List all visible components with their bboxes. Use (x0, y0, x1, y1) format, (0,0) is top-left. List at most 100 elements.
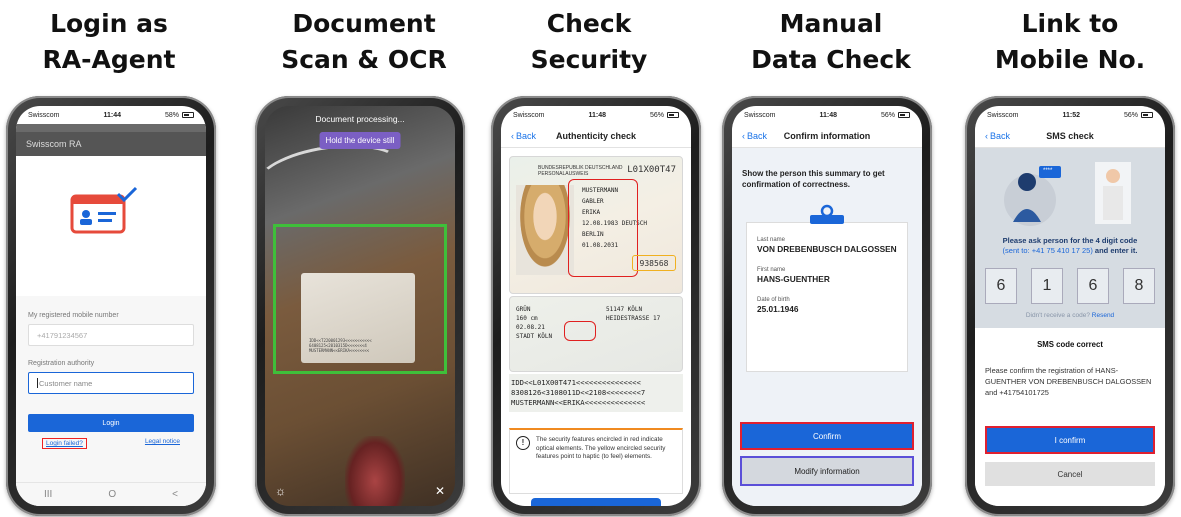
code-digit-input[interactable]: 6 (1077, 268, 1109, 304)
step-title-security: Check Security (494, 6, 684, 78)
card-field: STADT KÖLN (516, 333, 553, 340)
clock: 11:48 (588, 111, 607, 119)
mrz-line: 8308126<3108011D<<2108<<<<<<<<7 (511, 388, 646, 397)
status-icons: 58% (165, 112, 194, 119)
status-bar: Swisscom 11:48 56% (732, 106, 922, 124)
authority-field[interactable]: Customer name (28, 372, 194, 394)
scan-screen: Document processing... Hold the device s… (265, 106, 455, 506)
back-button[interactable]: ‹ Back (742, 131, 767, 141)
nav-bar: ‹ Back SMS check (975, 124, 1165, 148)
close-icon[interactable]: ✕ (435, 484, 445, 498)
haptic-feature-highlight: 938568 (632, 255, 676, 271)
login-screen: Swisscom 11:44 58% Swisscom RA My regist… (16, 106, 206, 506)
app-title: Swisscom RA (26, 139, 82, 149)
battery-percent: 56% (1123, 111, 1138, 119)
sun-icon[interactable]: ☼ (275, 484, 286, 498)
dialog-title: SMS code correct (1037, 340, 1103, 349)
code-digit-input[interactable]: 8 (1123, 268, 1155, 304)
dob-value: 25.01.1946 (757, 304, 799, 314)
chevron-left-icon: ‹ (511, 130, 514, 141)
nav-bar: ‹ Back Confirm information (732, 124, 922, 148)
recent-apps-icon[interactable]: III (44, 489, 52, 500)
first-name-value: HANS-GUENTHER (757, 274, 830, 284)
authority-placeholder: Customer name (39, 378, 93, 388)
card-field: HEIDESTRASSE 17 (606, 315, 661, 322)
dialog-text: Please confirm the registration of HANS-… (985, 366, 1152, 397)
resend-link[interactable]: Resend (1092, 312, 1114, 319)
confirm-button[interactable]: Confirm (740, 422, 914, 450)
authority-label: Registration authority (28, 360, 95, 367)
android-nav-bar: III O < (16, 482, 206, 506)
code-digit-input[interactable]: 6 (985, 268, 1017, 304)
phone-sms-check: Swisscom 11:52 56% ‹ Back SMS check ****… (965, 96, 1175, 516)
phone-login: Swisscom 11:44 58% Swisscom RA My regist… (6, 96, 216, 516)
card-field: 160 cm (516, 315, 538, 322)
step-title-line: Scan & OCR (281, 45, 447, 74)
step-title-login: Login as RA-Agent (14, 6, 204, 78)
login-failed-link[interactable]: Login failed? (42, 438, 87, 449)
mrz-line: MUSTERMANN<<ERIKA<<<<<<<<<<<<<< (511, 398, 646, 407)
status-icons: 56% (881, 112, 910, 119)
scan-controls: ☼ ✕ (275, 484, 445, 498)
back-label: Back (990, 130, 1011, 141)
back-button[interactable]: ‹ Back (985, 131, 1010, 141)
clock: 11:44 (103, 111, 122, 119)
step-title-data-check: Manual Data Check (736, 6, 926, 78)
status-icons: 56% (650, 112, 679, 119)
optical-feature-highlight (564, 321, 596, 341)
card-field: GRÜN (516, 306, 531, 313)
back-label: Back (747, 130, 768, 141)
back-label: Back (516, 130, 537, 141)
step-title-line: Security (530, 45, 648, 74)
clock: 11:48 (819, 111, 838, 119)
sms-confirm-dialog: SMS code correct Please confirm the regi… (975, 328, 1165, 506)
mrz-line: IDD<<L01X00T471<<<<<<<<<<<<<<< (511, 378, 641, 387)
legal-notice-link[interactable]: Legal notice (145, 438, 180, 449)
phone-scan: Document processing... Hold the device s… (255, 96, 465, 516)
app-bar: Swisscom RA (16, 132, 206, 156)
id-card-check-icon (70, 186, 138, 234)
chat-bubble-code: **** (1043, 168, 1053, 174)
step-title-line: Data Check (751, 45, 911, 74)
carrier-label: Swisscom (987, 111, 1019, 119)
step-title-line: Document (292, 9, 436, 38)
processing-text: Document processing... (315, 114, 405, 124)
mrz-zone: IDD<<L01X00T471<<<<<<<<<<<<<<< 8308126<3… (509, 374, 683, 412)
modify-information-button[interactable]: Modify information (740, 456, 914, 486)
card-field: 02.08.21 (516, 324, 545, 331)
step-title-line: Manual (779, 9, 883, 38)
back-button[interactable]: ‹ Back (511, 131, 536, 141)
home-icon[interactable]: O (108, 489, 116, 500)
id-card-back: GRÜN 160 cm 02.08.21 STADT KÖLN 51147 KÖ… (509, 296, 683, 372)
back-icon[interactable]: < (172, 489, 178, 500)
i-confirm-button[interactable]: I confirm (985, 426, 1155, 454)
step-title-scan: Document Scan & OCR (269, 6, 459, 78)
mobile-field[interactable]: +41791234567 (28, 324, 194, 346)
scan-frame (273, 224, 447, 374)
clipboard-clip-icon (810, 204, 844, 224)
code-prompt-end: and enter it. (1094, 246, 1138, 255)
code-inputs: 6 1 6 8 (985, 268, 1155, 304)
card-header-line: PERSONALAUSWEIS (538, 171, 589, 177)
step-title-line: Check (546, 9, 632, 38)
card-back-fields: GRÜN 160 cm 02.08.21 STADT KÖLN (516, 305, 552, 341)
card-back-address: 51147 KÖLN HEIDESTRASSE 17 (606, 305, 660, 323)
summary-card: Last name VON DREBENBUSCH DALGOSSEN Firs… (746, 222, 908, 372)
battery-percent: 56% (649, 111, 664, 119)
continue-button-edge[interactable] (531, 498, 661, 506)
login-button[interactable]: Login (28, 414, 194, 432)
code-digit-input[interactable]: 1 (1031, 268, 1063, 304)
code-prompt-line: Please ask person for the 4 digit code (1002, 236, 1138, 245)
last-name-value: VON DREBENBUSCH DALGOSSEN (757, 244, 897, 254)
optical-feature-highlight (568, 179, 638, 277)
battery-percent: 56% (880, 111, 895, 119)
document-number: L01X00T47 (627, 165, 676, 175)
mobile-label: My registered mobile number (28, 312, 119, 319)
portrait-photo (516, 185, 574, 275)
sms-screen: Swisscom 11:52 56% ‹ Back SMS check ****… (975, 106, 1165, 506)
cancel-button[interactable]: Cancel (985, 462, 1155, 486)
status-icons: 56% (1124, 112, 1153, 119)
step-title-link-mobile: Link to Mobile No. (975, 6, 1165, 78)
resend-question: Didn't receive a code? (1025, 312, 1090, 319)
resend-row: Didn't receive a code? Resend (975, 312, 1165, 319)
